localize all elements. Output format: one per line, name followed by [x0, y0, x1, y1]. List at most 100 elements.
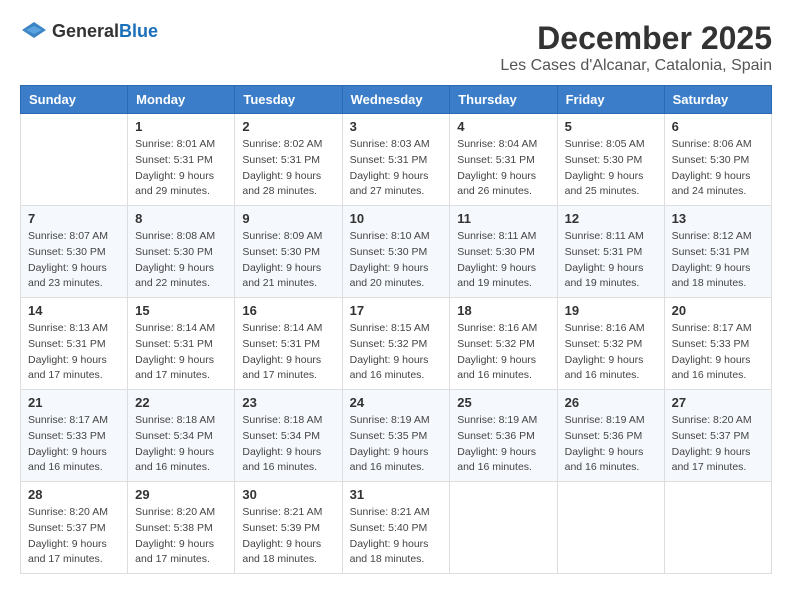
- logo: GeneralBlue: [20, 20, 158, 42]
- logo-blue-text: Blue: [119, 21, 158, 41]
- week-row-5: 28 Sunrise: 8:20 AMSunset: 5:37 PMDayligh…: [21, 482, 772, 574]
- day-info: Sunrise: 8:07 AMSunset: 5:30 PMDaylight:…: [28, 229, 120, 292]
- week-row-4: 21Sunrise: 8:17 AMSunset: 5:33 PMDayligh…: [21, 390, 772, 482]
- day-cell: 1Sunrise: 8:01 AMSunset: 5:31 PMDaylight…: [128, 114, 235, 206]
- day-number: 13: [672, 211, 764, 226]
- week-row-3: 14 Sunrise: 8:13 AMSunset: 5:31 PMDayligh…: [21, 298, 772, 390]
- location-title: Les Cases d'Alcanar, Catalonia, Spain: [500, 57, 772, 75]
- day-cell: 9Sunrise: 8:09 AMSunset: 5:30 PMDaylight…: [235, 206, 342, 298]
- day-info: Sunrise: 8:20 AMSunset: 5:38 PMDaylight:…: [135, 505, 227, 568]
- weekday-header-wednesday: Wednesday: [342, 86, 450, 114]
- day-cell: 16Sunrise: 8:14 AMSunset: 5:31 PMDayligh…: [235, 298, 342, 390]
- day-cell: 7Sunrise: 8:07 AMSunset: 5:30 PMDaylight…: [21, 206, 128, 298]
- day-number: 3: [350, 119, 443, 134]
- day-cell: 14 Sunrise: 8:13 AMSunset: 5:31 PMDayligh…: [21, 298, 128, 390]
- day-number: 18: [457, 303, 549, 318]
- day-info: Sunrise: 8:17 AMSunset: 5:33 PMDaylight:…: [28, 413, 120, 476]
- weekday-header-monday: Monday: [128, 86, 235, 114]
- week-row-1: 1Sunrise: 8:01 AMSunset: 5:31 PMDaylight…: [21, 114, 772, 206]
- day-number: 20: [672, 303, 764, 318]
- day-cell: 20 Sunrise: 8:17 AMSunset: 5:33 PMDayligh…: [664, 298, 771, 390]
- day-info: Sunrise: 8:21 AMSunset: 5:39 PMDaylight:…: [242, 505, 334, 568]
- day-cell: [664, 482, 771, 574]
- day-cell: 29 Sunrise: 8:20 AMSunset: 5:38 PMDayligh…: [128, 482, 235, 574]
- day-cell: 26Sunrise: 8:19 AMSunset: 5:36 PMDayligh…: [557, 390, 664, 482]
- day-number: 9: [242, 211, 334, 226]
- day-info: Sunrise: 8:13 AMSunset: 5:31 PMDaylight:…: [28, 321, 120, 384]
- day-number: 30: [242, 487, 334, 502]
- day-cell: 3 Sunrise: 8:03 AMSunset: 5:31 PMDaylight…: [342, 114, 450, 206]
- weekday-header-saturday: Saturday: [664, 86, 771, 114]
- title-area: December 2025 Les Cases d'Alcanar, Catal…: [500, 20, 772, 75]
- day-cell: 11 Sunrise: 8:11 AMSunset: 5:30 PMDayligh…: [450, 206, 557, 298]
- day-number: 26: [565, 395, 657, 410]
- day-info: Sunrise: 8:01 AMSunset: 5:31 PMDaylight:…: [135, 137, 227, 200]
- day-number: 27: [672, 395, 764, 410]
- day-cell: 23 Sunrise: 8:18 AMSunset: 5:34 PMDayligh…: [235, 390, 342, 482]
- day-cell: [21, 114, 128, 206]
- week-row-2: 7Sunrise: 8:07 AMSunset: 5:30 PMDaylight…: [21, 206, 772, 298]
- day-number: 15: [135, 303, 227, 318]
- day-number: 22: [135, 395, 227, 410]
- day-number: 12: [565, 211, 657, 226]
- day-info: Sunrise: 8:19 AMSunset: 5:36 PMDaylight:…: [457, 413, 549, 476]
- day-cell: 25 Sunrise: 8:19 AMSunset: 5:36 PMDayligh…: [450, 390, 557, 482]
- day-cell: 21Sunrise: 8:17 AMSunset: 5:33 PMDayligh…: [21, 390, 128, 482]
- day-info: Sunrise: 8:16 AMSunset: 5:32 PMDaylight:…: [457, 321, 549, 384]
- logo-general-text: General: [52, 21, 119, 41]
- day-info: Sunrise: 8:20 AMSunset: 5:37 PMDaylight:…: [28, 505, 120, 568]
- day-number: 5: [565, 119, 657, 134]
- day-number: 28: [28, 487, 120, 502]
- day-info: Sunrise: 8:11 AMSunset: 5:30 PMDaylight:…: [457, 229, 549, 292]
- day-number: 31: [350, 487, 443, 502]
- day-cell: 19Sunrise: 8:16 AMSunset: 5:32 PMDayligh…: [557, 298, 664, 390]
- day-info: Sunrise: 8:12 AMSunset: 5:31 PMDaylight:…: [672, 229, 764, 292]
- day-number: 23: [242, 395, 334, 410]
- day-info: Sunrise: 8:15 AMSunset: 5:32 PMDaylight:…: [350, 321, 443, 384]
- day-number: 17: [350, 303, 443, 318]
- calendar-table: SundayMondayTuesdayWednesdayThursdayFrid…: [20, 85, 772, 574]
- day-info: Sunrise: 8:06 AMSunset: 5:30 PMDaylight:…: [672, 137, 764, 200]
- day-cell: [557, 482, 664, 574]
- day-cell: [450, 482, 557, 574]
- day-info: Sunrise: 8:11 AMSunset: 5:31 PMDaylight:…: [565, 229, 657, 292]
- logo-icon: [20, 20, 48, 42]
- day-info: Sunrise: 8:03 AMSunset: 5:31 PMDaylight:…: [350, 137, 443, 200]
- day-cell: 6 Sunrise: 8:06 AMSunset: 5:30 PMDaylight…: [664, 114, 771, 206]
- day-cell: 15 Sunrise: 8:14 AMSunset: 5:31 PMDayligh…: [128, 298, 235, 390]
- day-cell: 27 Sunrise: 8:20 AMSunset: 5:37 PMDayligh…: [664, 390, 771, 482]
- day-cell: 18 Sunrise: 8:16 AMSunset: 5:32 PMDayligh…: [450, 298, 557, 390]
- day-info: Sunrise: 8:21 AMSunset: 5:40 PMDaylight:…: [350, 505, 443, 568]
- day-cell: 2Sunrise: 8:02 AMSunset: 5:31 PMDaylight…: [235, 114, 342, 206]
- day-cell: 31 Sunrise: 8:21 AMSunset: 5:40 PMDayligh…: [342, 482, 450, 574]
- day-number: 11: [457, 211, 549, 226]
- day-cell: 8 Sunrise: 8:08 AMSunset: 5:30 PMDaylight…: [128, 206, 235, 298]
- day-number: 25: [457, 395, 549, 410]
- day-number: 6: [672, 119, 764, 134]
- weekday-header-sunday: Sunday: [21, 86, 128, 114]
- day-info: Sunrise: 8:18 AMSunset: 5:34 PMDaylight:…: [135, 413, 227, 476]
- weekday-header-tuesday: Tuesday: [235, 86, 342, 114]
- day-info: Sunrise: 8:08 AMSunset: 5:30 PMDaylight:…: [135, 229, 227, 292]
- day-cell: 24Sunrise: 8:19 AMSunset: 5:35 PMDayligh…: [342, 390, 450, 482]
- day-info: Sunrise: 8:18 AMSunset: 5:34 PMDaylight:…: [242, 413, 334, 476]
- day-number: 2: [242, 119, 334, 134]
- weekday-header-thursday: Thursday: [450, 86, 557, 114]
- day-info: Sunrise: 8:14 AMSunset: 5:31 PMDaylight:…: [135, 321, 227, 384]
- day-cell: 4Sunrise: 8:04 AMSunset: 5:31 PMDaylight…: [450, 114, 557, 206]
- day-info: Sunrise: 8:20 AMSunset: 5:37 PMDaylight:…: [672, 413, 764, 476]
- day-number: 14: [28, 303, 120, 318]
- month-title: December 2025: [500, 20, 772, 57]
- day-info: Sunrise: 8:19 AMSunset: 5:35 PMDaylight:…: [350, 413, 443, 476]
- weekday-header-friday: Friday: [557, 86, 664, 114]
- day-cell: 12 Sunrise: 8:11 AMSunset: 5:31 PMDayligh…: [557, 206, 664, 298]
- day-cell: 10Sunrise: 8:10 AMSunset: 5:30 PMDayligh…: [342, 206, 450, 298]
- day-number: 10: [350, 211, 443, 226]
- day-number: 29: [135, 487, 227, 502]
- day-cell: 30 Sunrise: 8:21 AMSunset: 5:39 PMDayligh…: [235, 482, 342, 574]
- day-info: Sunrise: 8:05 AMSunset: 5:30 PMDaylight:…: [565, 137, 657, 200]
- day-number: 8: [135, 211, 227, 226]
- weekday-header-row: SundayMondayTuesdayWednesdayThursdayFrid…: [21, 86, 772, 114]
- header: GeneralBlue December 2025 Les Cases d'Al…: [20, 20, 772, 75]
- day-info: Sunrise: 8:17 AMSunset: 5:33 PMDaylight:…: [672, 321, 764, 384]
